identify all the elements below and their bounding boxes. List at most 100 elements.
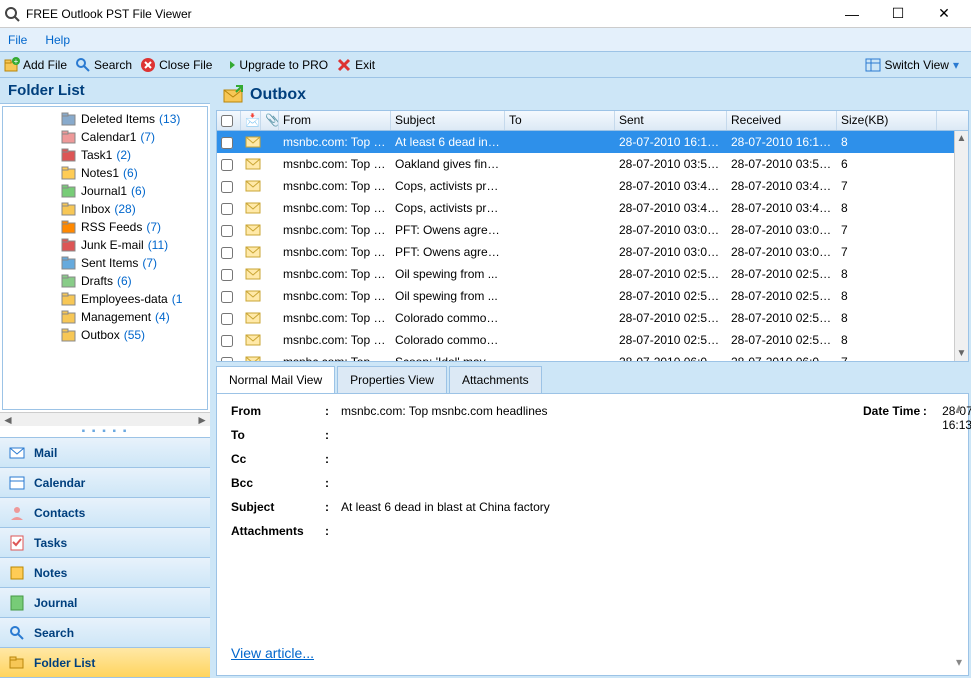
close-file-button[interactable]: Close File [140,57,212,73]
switch-view-button[interactable]: Switch View▾ [865,57,959,73]
exit-button[interactable]: Exit [336,57,375,73]
folder-item[interactable]: RSS Feeds (7) [3,218,207,236]
view-article-link[interactable]: View article... [231,645,314,661]
nav-label: Mail [34,446,57,460]
vertical-scrollbar[interactable]: ▲▼ [954,131,968,361]
col-subject[interactable]: Subject [391,111,505,130]
nav-item-notes[interactable]: Notes [0,558,210,588]
message-row[interactable]: msnbc.com: Top m...Cops, activists pre..… [217,197,968,219]
nav-item-search[interactable]: Search [0,618,210,648]
row-checkbox[interactable] [221,159,233,171]
tab-attachments[interactable]: Attachments [449,366,542,393]
folder-item[interactable]: Task1 (2) [3,146,207,164]
col-checkbox[interactable] [217,111,241,130]
row-checkbox[interactable] [221,203,233,215]
cell-size: 8 [837,267,937,281]
row-checkbox[interactable] [221,291,233,303]
folder-count: (6) [117,274,132,288]
cell-from: msnbc.com: Top m... [279,355,391,362]
folder-item[interactable]: Calendar1 (7) [3,128,207,146]
message-row[interactable]: msnbc.com: Top m...Scoop: 'Idol' may ...… [217,351,968,362]
message-row[interactable]: msnbc.com: Top m...PFT: Owens agrees...2… [217,241,968,263]
row-checkbox[interactable] [221,357,233,362]
tab-properties[interactable]: Properties View [337,366,447,393]
nav-item-folderlist[interactable]: Folder List [0,648,210,678]
nav-label: Search [34,626,74,640]
nav-label: Notes [34,566,67,580]
search-icon [8,624,26,642]
col-received[interactable]: Received [727,111,837,130]
nav-item-mail[interactable]: Mail [0,438,210,468]
folder-count: (7) [140,130,155,144]
row-checkbox[interactable] [221,247,233,259]
envelope-icon [241,224,261,236]
folder-item[interactable]: Deleted Items (13) [3,110,207,128]
folder-item[interactable]: Inbox (28) [3,200,207,218]
tab-normal-view[interactable]: Normal Mail View [216,366,335,393]
row-checkbox[interactable] [221,137,233,149]
maximize-button[interactable]: ☐ [875,0,921,28]
message-row[interactable]: msnbc.com: Top m...Oil spewing from ...2… [217,263,968,285]
row-checkbox[interactable] [221,269,233,281]
nav-item-tasks[interactable]: Tasks [0,528,210,558]
col-sent[interactable]: Sent [615,111,727,130]
nav-item-contacts[interactable]: Contacts [0,498,210,528]
col-flag-icon[interactable]: 📩 [241,111,261,130]
row-checkbox[interactable] [221,313,233,325]
folder-item[interactable]: Junk E-mail (11) [3,236,207,254]
menu-help[interactable]: Help [45,33,70,47]
folderlist-icon [8,654,26,672]
search-button[interactable]: Search [75,57,132,73]
folder-item[interactable]: Outbox (55) [3,326,207,344]
cell-subject: PFT: Owens agrees... [391,245,505,259]
tasks-icon [8,534,26,552]
folder-count: (6) [123,166,138,180]
upgrade-button[interactable]: Upgrade to PRO [220,57,328,73]
row-checkbox[interactable] [221,225,233,237]
calendar-icon [8,474,26,492]
add-file-button[interactable]: +Add File [4,57,67,73]
folder-item[interactable]: Employees-data (1 [3,290,207,308]
folder-count: (6) [131,184,146,198]
cell-received: 28-07-2010 02:59:32 [727,289,837,303]
envelope-icon [241,180,261,192]
folder-item[interactable]: Journal1 (6) [3,182,207,200]
message-row[interactable]: msnbc.com: Top m...Cops, activists pre..… [217,175,968,197]
detail-scrollbar[interactable]: ▴▾ [952,400,966,669]
message-row[interactable]: msnbc.com: Top m...At least 6 dead in ..… [217,131,968,153]
minimize-button[interactable]: — [829,0,875,28]
splitter-dots[interactable]: ▪ ▪ ▪ ▪ ▪ [0,426,210,437]
message-row[interactable]: msnbc.com: Top m...Oakland gives fina...… [217,153,968,175]
row-checkbox[interactable] [221,181,233,193]
cell-from: msnbc.com: Top m... [279,333,391,347]
notes-icon [8,564,26,582]
col-size[interactable]: Size(KB) [837,111,937,130]
close-window-button[interactable]: ✕ [921,0,967,28]
folder-item[interactable]: Notes1 (6) [3,164,207,182]
horizontal-scrollbar[interactable]: ◄► [0,412,210,426]
col-from[interactable]: From [279,111,391,130]
message-row[interactable]: msnbc.com: Top m...Colorado commoti...28… [217,329,968,351]
nav-label: Journal [34,596,77,610]
message-row[interactable]: msnbc.com: Top m...Oil spewing from ...2… [217,285,968,307]
value-subject: At least 6 dead in blast at China factor… [341,500,954,514]
journal-icon [8,594,26,612]
folder-count: (7) [142,256,157,270]
cell-from: msnbc.com: Top m... [279,201,391,215]
folder-item[interactable]: Sent Items (7) [3,254,207,272]
message-row[interactable]: msnbc.com: Top m...Colorado commoti...28… [217,307,968,329]
folder-item[interactable]: Drafts (6) [3,272,207,290]
menu-file[interactable]: File [8,33,27,47]
cell-sent: 28-07-2010 03:48:49 [615,201,727,215]
nav-label: Calendar [34,476,85,490]
col-to[interactable]: To [505,111,615,130]
row-checkbox[interactable] [221,335,233,347]
folder-item[interactable]: Management (4) [3,308,207,326]
cell-received: 28-07-2010 02:59:32 [727,267,837,281]
folder-tree[interactable]: Deleted Items (13)Calendar1 (7)Task1 (2)… [2,106,208,410]
nav-item-journal[interactable]: Journal [0,588,210,618]
nav-item-calendar[interactable]: Calendar [0,468,210,498]
folder-name: Deleted Items [81,112,155,126]
col-attachment-icon[interactable]: 📎 [261,111,279,130]
message-row[interactable]: msnbc.com: Top m...PFT: Owens agrees...2… [217,219,968,241]
